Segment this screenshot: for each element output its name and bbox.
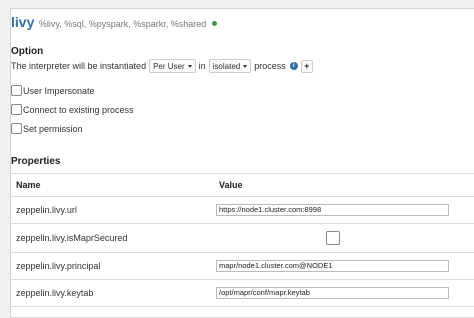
property-value-cell: /opt/mapr/conf/mapr.keytab — [216, 287, 474, 299]
property-value-cell — [216, 231, 474, 245]
property-value-cell: mapr/node1.cluster.com@NODE1 — [216, 260, 474, 272]
property-name: zeppelin.livy.isMaprSecured — [16, 233, 128, 243]
instantiation-mode-dropdown[interactable]: Per User — [149, 59, 196, 73]
info-icon[interactable]: i — [289, 62, 298, 70]
in-label: in — [198, 61, 206, 71]
column-header-value: Value — [219, 180, 243, 190]
properties-table: Name Value zeppelin.livy.url https://nod… — [11, 173, 474, 307]
property-name: zeppelin.livy.principal — [16, 261, 101, 271]
user-impersonate-label: User Impersonate — [23, 85, 95, 96]
connect-existing-label: Connect to existing process — [23, 104, 134, 115]
table-row: zeppelin.livy.isMaprSecured — [11, 224, 474, 253]
interpreter-header: livy %livy, %sql, %pyspark, %sparkr, %sh… — [11, 14, 217, 30]
property-name: zeppelin.livy.keytab — [16, 288, 94, 298]
caret-down-icon — [243, 64, 248, 68]
caret-down-icon — [187, 64, 192, 68]
table-row: zeppelin.livy.keytab /opt/mapr/conf/mapr… — [11, 280, 474, 307]
interpreter-bindings: %livy, %sql, %pyspark, %sparkr, %shared — [38, 19, 207, 29]
instantiate-row: The interpreter will be instantiated Per… — [11, 59, 313, 73]
user-impersonate-row: User Impersonate — [11, 85, 95, 96]
process-mode-value: isolated — [212, 61, 241, 71]
table-header: Name Value — [11, 173, 474, 197]
option-heading: Option — [11, 46, 44, 57]
column-header-name: Name — [16, 180, 41, 190]
set-permission-label: Set permission — [23, 123, 83, 134]
status-dot-icon — [211, 21, 217, 26]
property-value-input[interactable]: https://node1.cluster.com:8998 — [216, 204, 449, 216]
is-mapr-secured-checkbox[interactable] — [326, 231, 340, 245]
table-row: zeppelin.livy.url https://node1.cluster.… — [11, 197, 474, 224]
process-suffix: process — [254, 61, 286, 71]
properties-heading: Properties — [11, 156, 61, 167]
process-mode-dropdown[interactable]: isolated — [208, 59, 252, 73]
set-permission-checkbox[interactable] — [11, 123, 22, 134]
property-value-input[interactable]: mapr/node1.cluster.com@NODE1 — [216, 260, 449, 272]
instantiation-mode-value: Per User — [153, 61, 185, 71]
property-value-input[interactable]: /opt/mapr/conf/mapr.keytab — [216, 287, 449, 299]
interpreter-name[interactable]: livy — [11, 14, 34, 30]
property-name: zeppelin.livy.url — [16, 205, 77, 215]
table-row: zeppelin.livy.principal mapr/node1.clust… — [11, 253, 474, 280]
instantiate-prefix: The interpreter will be instantiated — [11, 61, 147, 71]
connect-existing-row: Connect to existing process — [11, 104, 134, 115]
set-permission-row: Set permission — [11, 123, 83, 134]
add-option-button[interactable]: + — [300, 59, 313, 73]
property-value-cell: https://node1.cluster.com:8998 — [216, 204, 474, 216]
connect-existing-checkbox[interactable] — [11, 104, 22, 115]
user-impersonate-checkbox[interactable] — [11, 85, 22, 96]
